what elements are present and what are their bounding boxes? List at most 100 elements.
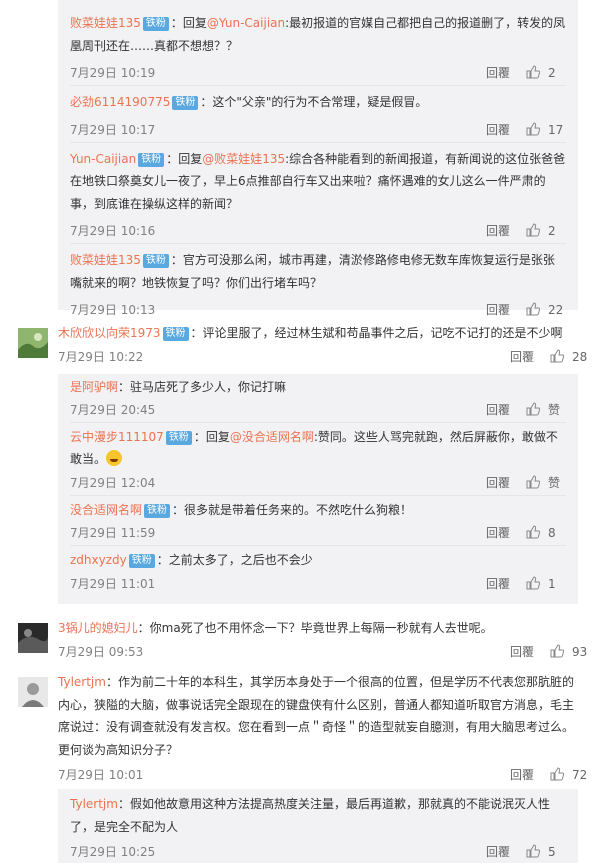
reply-time: 7月29日 10:13 <box>70 303 156 317</box>
laugh-cry-emoji-icon <box>106 450 123 466</box>
like-count: 2 <box>548 66 556 80</box>
reply-item: 败菜娃娃135 铁粉 ：回复@Yun-Caijian:最初报道的官媒自己都把自己的报… <box>58 0 578 85</box>
reply-button[interactable]: 回覆 <box>486 118 510 142</box>
reply-button[interactable]: 回覆 <box>486 298 510 322</box>
avatar-image <box>18 328 48 358</box>
reply-time: 7月29日 12:04 <box>70 475 156 490</box>
reply-button[interactable]: 回覆 <box>510 345 534 369</box>
reply-button[interactable]: 回覆 <box>486 521 510 545</box>
reply-username[interactable]: 没合适网名啊 <box>70 503 142 517</box>
thumbs-up-icon <box>526 474 540 488</box>
thumbs-up-icon <box>526 121 540 135</box>
comment-username[interactable]: 木欣欣以向荣1973 <box>58 326 161 340</box>
like-button[interactable]: 2 <box>526 219 566 243</box>
comment-item: Tylertjm：作为前二十年的本科生，其学历本身处于一个很高的位置，但是学历不… <box>0 671 612 789</box>
reply-username[interactable]: 是阿驴啊 <box>70 380 118 394</box>
reply-button[interactable]: 回覆 <box>486 572 510 596</box>
reply-meta: 7月29日 10:25 回覆 5 <box>70 840 566 864</box>
comment-username[interactable]: 3锅儿的媳妇儿 <box>58 621 138 635</box>
reply-username[interactable]: 败菜娃娃135 <box>70 253 141 267</box>
like-button[interactable]: 2 <box>526 61 566 85</box>
avatar[interactable] <box>18 677 48 707</box>
fan-badge: 铁粉 <box>172 96 199 110</box>
thumbs-up-icon <box>526 525 540 539</box>
reply-text: ：这个"父亲"的行为不合常理，疑是假冒。 <box>200 95 428 109</box>
like-button[interactable]: 22 <box>526 298 566 322</box>
reply-button[interactable]: 回覆 <box>486 471 510 495</box>
thumbs-up-icon <box>526 844 540 858</box>
reply-time: 7月29日 20:45 <box>70 402 156 417</box>
reply-meta: 7月29日 10:13 回覆 22 <box>70 298 566 322</box>
like-button[interactable]: 1 <box>526 572 566 596</box>
reply-button[interactable]: 回覆 <box>510 763 534 787</box>
fan-badge: 铁粉 <box>128 554 155 568</box>
reply-meta: 7月29日 11:59 回覆 8 <box>70 521 566 545</box>
like-count: 93 <box>572 644 588 659</box>
reply-meta: 7月29日 20:45 回覆 赞 <box>70 398 566 422</box>
reply-prefix: ：回复 <box>193 429 230 444</box>
reply-username[interactable]: 云中漫步111107 <box>70 430 164 444</box>
comment-feed: 败菜娃娃135 铁粉 ：回复@Yun-Caijian:最初报道的官媒自己都把自己的报… <box>0 0 612 863</box>
fan-badge: 铁粉 <box>142 254 169 268</box>
reply-item: Tylertjm：假如他故意用这种方法提高热度关注量，最后再道歉，那就真的不能说… <box>58 789 578 864</box>
like-count: 赞 <box>548 402 561 417</box>
fan-badge: 铁粉 <box>138 152 165 167</box>
reply-text: ：假如他故意用这种方法提高热度关注量，最后再道歉，那就真的不能说泯灭人性了，是完… <box>70 797 550 834</box>
fan-badge: 铁粉 <box>144 503 171 518</box>
reply-item: zdhxyzdy 铁粉 ：之前太多了，之后也不会少 7月29日 11:01 回覆 1 <box>58 545 578 596</box>
reply-item: Yun-Caijian 铁粉 ：回复@败菜娃娃135:综合各种能看到的新闻报道，有新… <box>58 141 578 244</box>
reply-username[interactable]: zdhxyzdy <box>70 553 127 567</box>
like-button[interactable]: 93 <box>550 640 590 664</box>
comment-meta: 7月29日 09:53 回覆 93 <box>58 640 587 664</box>
thumbs-up-icon <box>550 348 564 362</box>
reply-item: 败菜娃娃135 铁粉 ：官方可没那么闲，城市再建，清淤修路修电修无数车库恢复运行是张… <box>58 243 578 322</box>
reply-button[interactable]: 回覆 <box>510 640 534 664</box>
comment-text: ：评论里服了，经过林生斌和苟晶事件之后，记吃不记打的还是不少啊 <box>190 326 563 340</box>
reply-username[interactable]: 必劲6114190775 <box>70 95 170 109</box>
fan-badge: 铁粉 <box>162 327 189 341</box>
comment-time: 7月29日 10:22 <box>58 349 144 364</box>
reply-username[interactable]: 败菜娃娃135 <box>70 16 141 30</box>
reply-time: 7月29日 10:19 <box>70 66 156 80</box>
reply-time: 7月29日 10:16 <box>70 224 156 238</box>
reply-item: 是阿驴啊：驻马店死了多少人，你记打嘛 7月29日 20:45 回覆 赞 <box>58 374 578 422</box>
reply-thread: Tylertjm：假如他故意用这种方法提高热度关注量，最后再道歉，那就真的不能说… <box>58 789 578 863</box>
reply-meta: 7月29日 11:01 回覆 1 <box>70 572 566 596</box>
like-count: 8 <box>548 526 556 540</box>
thumbs-up-icon <box>550 643 564 657</box>
reply-meta: 7月29日 10:17 回覆 17 <box>70 118 566 142</box>
comment-username[interactable]: Tylertjm <box>58 675 106 689</box>
comment-text: ：你ma死了也不用怀念一下？毕竟世界上每隔一秒就有人去世呢。 <box>137 621 493 635</box>
like-button[interactable]: 5 <box>526 840 566 864</box>
reply-item: 云中漫步111107 铁粉 ：回复@没合适网名啊:赞同。这些人骂完就跑，然后屏蔽你，… <box>58 421 578 495</box>
reply-button[interactable]: 回覆 <box>486 398 510 422</box>
avatar-image <box>18 677 48 707</box>
like-button[interactable]: 28 <box>550 345 590 369</box>
reply-time: 7月29日 11:01 <box>70 576 156 591</box>
like-button[interactable]: 72 <box>550 763 590 787</box>
mention-link[interactable]: @败菜娃娃135 <box>202 152 285 166</box>
like-button[interactable]: 8 <box>526 521 566 545</box>
reply-item: 必劲6114190775 铁粉 ：这个"父亲"的行为不合常理，疑是假冒。 7月29日… <box>58 85 578 142</box>
like-button[interactable]: 17 <box>526 118 566 142</box>
reply-button[interactable]: 回覆 <box>486 219 510 243</box>
avatar-image <box>18 623 48 653</box>
like-count: 22 <box>548 303 564 317</box>
reply-text: ：很多就是带着任务来的。不然吃什么狗粮！ <box>172 502 413 517</box>
like-count: 17 <box>548 122 564 137</box>
reply-button[interactable]: 回覆 <box>486 840 510 864</box>
comment-time: 7月29日 09:53 <box>58 644 144 659</box>
reply-button[interactable]: 回覆 <box>486 61 510 85</box>
avatar[interactable] <box>18 623 48 653</box>
thumbs-up-icon <box>526 65 540 79</box>
avatar[interactable] <box>18 328 48 358</box>
reply-username[interactable]: Yun-Caijian <box>70 152 136 166</box>
reply-username[interactable]: Tylertjm <box>70 797 118 811</box>
mention-link[interactable]: @没合适网名啊 <box>230 430 314 444</box>
reply-time: 7月29日 10:25 <box>70 845 156 859</box>
like-button[interactable]: 赞 <box>526 398 566 422</box>
like-button[interactable]: 赞 <box>526 471 566 495</box>
reply-text: ：驻马店死了多少人，你记打嘛 <box>118 380 287 394</box>
mention-link[interactable]: @Yun-Caijian <box>207 16 285 30</box>
reply-thread: 败菜娃娃135 铁粉 ：回复@Yun-Caijian:最初报道的官媒自己都把自己的报… <box>58 0 578 317</box>
